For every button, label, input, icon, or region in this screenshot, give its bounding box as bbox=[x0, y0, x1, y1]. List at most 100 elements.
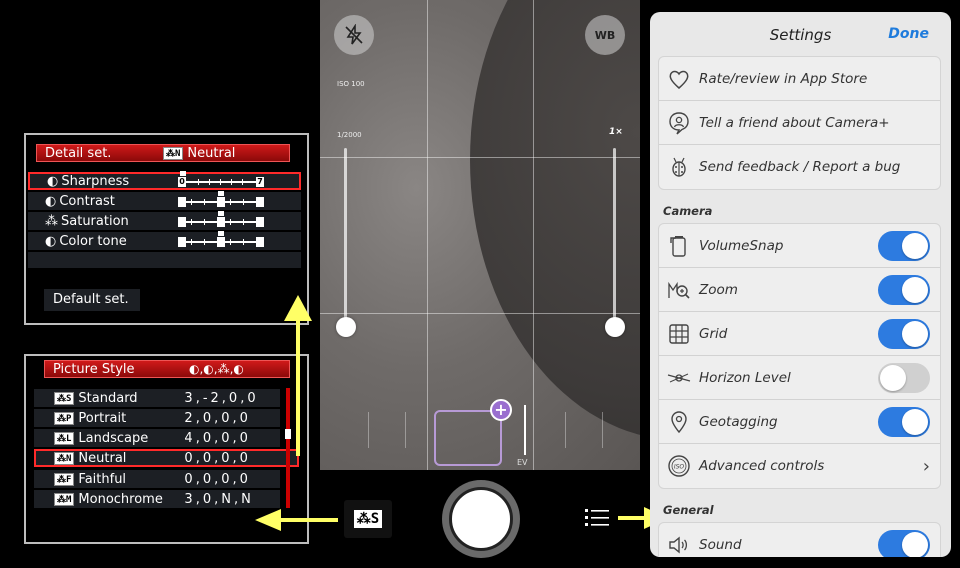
flash-off-icon bbox=[345, 24, 363, 45]
picture-style-row-standard[interactable]: ⁂S Standard 3,-2,0,0 bbox=[34, 389, 280, 407]
grid-item[interactable]: Grid bbox=[659, 312, 940, 356]
item-label: Zoom bbox=[699, 281, 738, 298]
style-tag: ⁂P bbox=[54, 411, 75, 425]
picture-style-scrollbar[interactable] bbox=[286, 388, 290, 508]
picture-style-title: Picture Style bbox=[53, 361, 135, 377]
grid-icon bbox=[669, 324, 689, 344]
exposure-slider-knob[interactable] bbox=[336, 317, 356, 337]
iso-icon: ISO bbox=[668, 455, 690, 477]
ev-tick bbox=[405, 412, 406, 448]
focus-reticle[interactable] bbox=[434, 410, 502, 466]
horizon-level-toggle[interactable] bbox=[878, 363, 930, 393]
shutter-button-icon[interactable] bbox=[449, 487, 513, 551]
zoom-item[interactable]: Zoom bbox=[659, 268, 940, 312]
ev-tick bbox=[368, 412, 369, 448]
detail-set-title: Detail set. bbox=[45, 145, 112, 161]
sharpness-scale: 0 7 bbox=[178, 171, 264, 188]
svg-text:ISO: ISO bbox=[674, 464, 685, 471]
volumesnap-toggle[interactable] bbox=[878, 231, 930, 261]
style-values: 0,0,0,0 bbox=[184, 471, 251, 487]
person-bubble-icon bbox=[669, 112, 689, 135]
grid-line bbox=[320, 157, 640, 158]
speaker-icon bbox=[669, 536, 688, 554]
picture-style-button[interactable]: ⁂S bbox=[344, 500, 392, 538]
picture-style-header: Picture Style ◐,◐,⁂,◐ bbox=[44, 360, 290, 378]
detail-style-name: Neutral bbox=[187, 145, 236, 161]
style-tag: ⁂M bbox=[54, 492, 75, 506]
geotagging-item[interactable]: Geotagging bbox=[659, 400, 940, 444]
zoom-slider-knob[interactable] bbox=[605, 317, 625, 337]
style-name: Portrait bbox=[78, 410, 127, 426]
picture-style-row-faithful[interactable]: ⁂F Faithful 0,0,0,0 bbox=[34, 470, 280, 488]
settings-sheet: Settings Done Rate/review in App Store T… bbox=[650, 12, 951, 557]
tell-friend-item[interactable]: Tell a friend about Camera+ bbox=[659, 101, 940, 145]
add-focus-point-button[interactable]: + bbox=[490, 399, 512, 421]
style-values: 4,0,0,0 bbox=[184, 430, 251, 446]
grid-line bbox=[427, 0, 428, 470]
volumesnap-item[interactable]: VolumeSnap bbox=[659, 224, 940, 268]
white-balance-button[interactable]: WB bbox=[585, 15, 625, 55]
style-values: 3,0,N,N bbox=[184, 491, 254, 507]
item-label: Tell a friend about Camera+ bbox=[699, 114, 890, 131]
sound-item[interactable]: Sound bbox=[659, 523, 940, 557]
detail-row-label: Contrast bbox=[59, 193, 115, 209]
style-values: 0,0,0,0 bbox=[184, 450, 251, 466]
grid-toggle[interactable] bbox=[878, 319, 930, 349]
flash-off-button[interactable] bbox=[334, 15, 374, 55]
picture-style-row-monochrome[interactable]: ⁂M Monochrome 3,0,N,N bbox=[34, 490, 280, 508]
item-label: Send feedback / Report a bug bbox=[699, 159, 901, 175]
grid-line bbox=[320, 313, 640, 314]
iso-readout: ISO 100 bbox=[337, 80, 365, 88]
left-arrow-icon bbox=[255, 509, 281, 531]
picture-style-tag: ⁂N bbox=[163, 146, 184, 160]
item-label: Geotagging bbox=[699, 413, 778, 430]
scrollbar-thumb[interactable] bbox=[285, 429, 291, 439]
up-arrow-icon bbox=[284, 295, 312, 321]
zoom-toggle[interactable] bbox=[878, 275, 930, 305]
color-tone-scale bbox=[178, 231, 264, 248]
default-set-button[interactable]: Default set. bbox=[44, 289, 140, 311]
picture-style-row-portrait[interactable]: ⁂P Portrait 2,0,0,0 bbox=[34, 409, 280, 427]
style-name: Faithful bbox=[78, 471, 127, 487]
send-feedback-item[interactable]: Send feedback / Report a bug bbox=[659, 145, 940, 189]
rate-review-item[interactable]: Rate/review in App Store bbox=[659, 57, 940, 101]
exposure-slider-track[interactable] bbox=[344, 148, 347, 326]
hamburger-menu-icon[interactable] bbox=[585, 508, 609, 528]
detail-row-label: Saturation bbox=[61, 213, 129, 229]
item-label: VolumeSnap bbox=[699, 237, 784, 254]
annotation-arrow-line bbox=[296, 318, 300, 456]
advanced-controls-item[interactable]: ISO Advanced controls › bbox=[659, 444, 940, 488]
picture-style-param-icons: ◐,◐,⁂,◐ bbox=[189, 362, 244, 376]
heart-icon bbox=[669, 70, 689, 89]
style-name: Monochrome bbox=[78, 491, 163, 507]
ev-tick bbox=[602, 412, 603, 448]
sound-toggle[interactable] bbox=[878, 530, 930, 557]
zoom-icon bbox=[668, 281, 690, 299]
contrast-scale bbox=[178, 191, 264, 208]
horizon-level-icon bbox=[667, 373, 691, 383]
done-button[interactable]: Done bbox=[888, 26, 929, 42]
detail-row-label: Sharpness bbox=[61, 173, 130, 189]
ev-tick bbox=[565, 412, 566, 448]
style-tag: ⁂F bbox=[54, 472, 75, 486]
ev-indicator[interactable] bbox=[524, 405, 526, 455]
chevron-right-icon: › bbox=[922, 456, 930, 477]
zoom-readout: 1× bbox=[609, 127, 623, 137]
camera-viewfinder[interactable]: WB ISO 100 1/2000 1× EV + bbox=[320, 0, 640, 470]
detail-row-empty bbox=[28, 252, 301, 268]
detail-set-header: Detail set. ⁂N Neutral bbox=[36, 144, 290, 162]
horizon-level-item[interactable]: Horizon Level bbox=[659, 356, 940, 400]
item-label: Sound bbox=[699, 537, 742, 553]
item-label: Horizon Level bbox=[699, 369, 791, 386]
geotagging-toggle[interactable] bbox=[878, 407, 930, 437]
sharpness-icon: ◐ bbox=[47, 173, 59, 189]
style-values: 2,0,0,0 bbox=[184, 410, 251, 426]
saturation-icon: ⁂ bbox=[45, 213, 58, 229]
picture-style-row-landscape[interactable]: ⁂L Landscape 4,0,0,0 bbox=[34, 429, 280, 447]
style-name: Landscape bbox=[78, 430, 149, 446]
picture-style-row-neutral[interactable]: ⁂N Neutral 0,0,0,0 bbox=[34, 449, 299, 467]
info-card: Rate/review in App Store Tell a friend a… bbox=[658, 56, 941, 190]
camera-section-header: Camera bbox=[663, 204, 713, 218]
zoom-slider-track[interactable] bbox=[613, 148, 616, 326]
detail-row-label: Color tone bbox=[59, 233, 127, 249]
